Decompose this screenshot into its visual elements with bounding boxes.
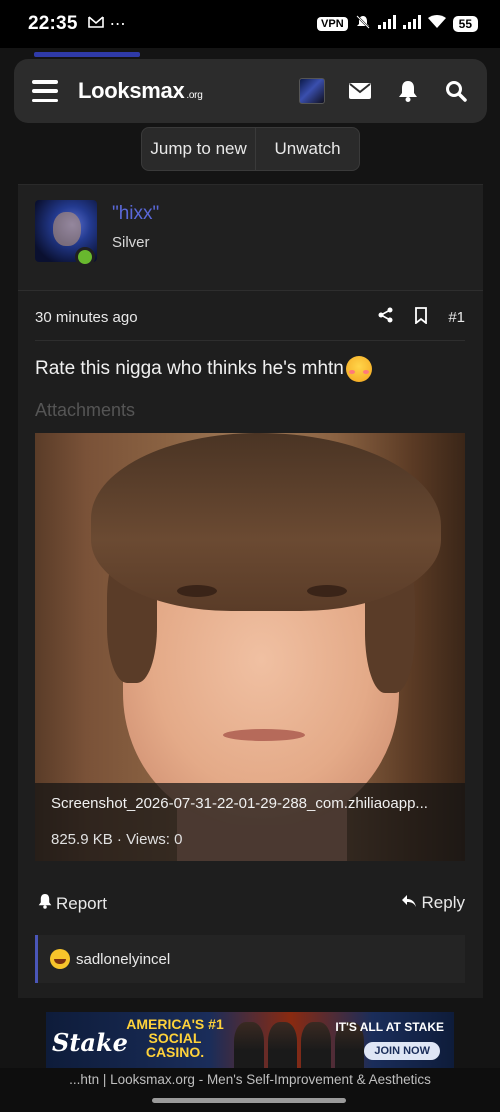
ad-headline: AMERICA'S #1 SOCIAL CASINO. bbox=[126, 1016, 224, 1060]
post-meta: 30 minutes ago #1 bbox=[35, 304, 465, 330]
ad-tagline: IT'S ALL AT STAKE bbox=[335, 1020, 444, 1034]
attachment-info: 825.9 KB · Views: 0 bbox=[51, 831, 182, 848]
post: "hixx" Silver 30 minutes ago #1 Rate thi… bbox=[18, 184, 483, 998]
post-body: Rate this nigga who thinks he's mhtn bbox=[35, 356, 372, 382]
ad-banner[interactable]: Stake AMERICA'S #1 SOCIAL CASINO. IT'S A… bbox=[46, 1012, 454, 1070]
page-title-footer: ...htn | Looksmax.org - Men's Self-Impro… bbox=[69, 1072, 431, 1087]
post-username[interactable]: "hixx" bbox=[112, 203, 159, 225]
account-avatar[interactable] bbox=[299, 78, 325, 104]
reply-arrow-icon bbox=[401, 893, 417, 913]
laughing-emoji-icon bbox=[50, 949, 70, 969]
logo-suffix: .org bbox=[186, 90, 203, 101]
reply-label: Reply bbox=[421, 893, 465, 912]
more-dots-icon: ⋯ bbox=[109, 16, 126, 33]
vpn-badge: VPN bbox=[317, 17, 348, 31]
bell-icon bbox=[38, 893, 52, 914]
status-bar: 22:35 ⋯ VPN 55 bbox=[0, 0, 500, 48]
attachment-views: Views: 0 bbox=[126, 831, 183, 848]
attachments-label: Attachments bbox=[35, 400, 136, 420]
status-time: 22:35 bbox=[28, 13, 78, 34]
ad-brand: Stake bbox=[52, 1028, 128, 1057]
browser-footer: ...htn | Looksmax.org - Men's Self-Impro… bbox=[0, 1068, 500, 1112]
report-button[interactable]: Report bbox=[38, 893, 107, 914]
accent-line bbox=[34, 52, 140, 57]
jump-to-new-button[interactable]: Jump to new bbox=[142, 128, 257, 170]
thread-action-buttons: Jump to new Unwatch bbox=[141, 127, 360, 171]
post-body-text: Rate this nigga who thinks he's mhtn bbox=[35, 358, 344, 379]
attachment-separator: · bbox=[116, 831, 122, 848]
blushing-emoji-icon bbox=[345, 356, 372, 382]
status-left-icons: ⋯ bbox=[87, 14, 126, 34]
post-meta-icons: #1 bbox=[378, 306, 465, 328]
unwatch-button[interactable]: Unwatch bbox=[256, 128, 359, 170]
home-indicator[interactable] bbox=[152, 1098, 346, 1103]
reaction-user[interactable]: sadlonelyincel bbox=[76, 951, 170, 968]
attachment-image[interactable]: Screenshot_2026-07-31-22-01-29-288_com.z… bbox=[35, 433, 465, 861]
gmail-icon bbox=[87, 15, 104, 33]
status-right-icons: VPN 55 bbox=[317, 14, 478, 35]
mute-icon bbox=[355, 14, 371, 35]
menu-icon[interactable] bbox=[32, 80, 58, 102]
post-number[interactable]: #1 bbox=[448, 309, 465, 326]
attachment-filename[interactable]: Screenshot_2026-07-31-22-01-29-288_com.z… bbox=[51, 795, 455, 812]
online-status-icon bbox=[75, 247, 95, 267]
wifi-icon bbox=[427, 14, 446, 34]
battery-indicator: 55 bbox=[452, 16, 478, 32]
site-header: Looksmax .org bbox=[14, 59, 487, 123]
signal-icon-2 bbox=[402, 14, 421, 34]
header-icons bbox=[299, 78, 469, 104]
post-user-block: "hixx" Silver bbox=[18, 185, 483, 291]
report-label: Report bbox=[56, 893, 108, 913]
site-logo[interactable]: Looksmax .org bbox=[78, 78, 203, 104]
search-icon[interactable] bbox=[443, 78, 469, 104]
bell-icon[interactable] bbox=[395, 78, 421, 104]
logo-text: Looksmax bbox=[78, 78, 185, 103]
share-icon[interactable] bbox=[378, 307, 394, 327]
user-rank: Silver bbox=[112, 234, 150, 251]
reaction-bar[interactable]: sadlonelyincel bbox=[35, 935, 465, 983]
ad-join-button[interactable]: JOIN NOW bbox=[364, 1042, 440, 1060]
meta-divider bbox=[35, 340, 465, 341]
reply-button[interactable]: Reply bbox=[401, 893, 465, 913]
signal-icon bbox=[377, 14, 396, 34]
bookmark-icon[interactable] bbox=[414, 306, 428, 328]
post-time[interactable]: 30 minutes ago bbox=[35, 309, 138, 326]
mail-icon[interactable] bbox=[347, 78, 373, 104]
attachment-size: 825.9 KB bbox=[51, 831, 113, 848]
attachment-info-overlay: Screenshot_2026-07-31-22-01-29-288_com.z… bbox=[35, 783, 465, 861]
